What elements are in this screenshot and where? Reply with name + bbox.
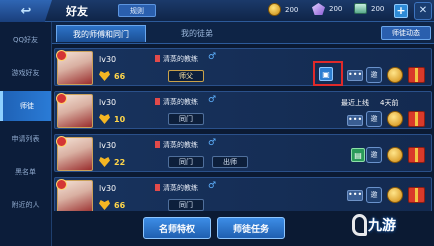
more-button[interactable]: ••• — [347, 115, 363, 126]
rank-icon — [155, 184, 160, 191]
voucher-amount: 200 — [371, 4, 385, 13]
gift-icon[interactable] — [408, 187, 425, 203]
top-bar: ↩ 好友 规则 200 200 200 + ✕ — [0, 0, 434, 22]
mentorship-tasks-button[interactable]: 师徒任务 — [217, 217, 285, 239]
gold-coin-icon — [268, 3, 281, 16]
male-gender-icon: ♂ — [208, 95, 217, 105]
voucher-icon — [354, 3, 367, 14]
gem-amount: 200 — [329, 5, 343, 13]
level-label: lv30 — [99, 98, 117, 107]
coin-counter: 200 — [268, 3, 298, 16]
sidebar-item-requests[interactable]: 申请列表 — [0, 124, 51, 154]
voucher-counter: 200 — [354, 3, 384, 14]
avatar[interactable] — [56, 50, 93, 85]
rules-button[interactable]: 规则 — [118, 4, 156, 17]
send-coin-icon[interactable] — [387, 147, 403, 163]
tab-my-apprentices[interactable]: 我的徒弟 — [162, 25, 232, 42]
intimacy: 10 — [99, 114, 125, 124]
chat-button[interactable]: ▤ — [351, 148, 365, 162]
highlight-box — [313, 61, 343, 86]
player-name: 清蒸的教练 — [163, 141, 198, 149]
intimacy-heart-icon — [99, 200, 110, 210]
intimacy-value: 66 — [114, 200, 126, 210]
intimacy-heart-icon — [99, 71, 110, 81]
heart-badge-icon — [56, 136, 67, 147]
invite-button[interactable]: 邀 — [366, 67, 382, 83]
intimacy-heart-icon — [99, 157, 110, 167]
male-gender-icon: ♂ — [208, 138, 217, 148]
diamond-icon — [312, 3, 325, 15]
more-button[interactable]: ••• — [347, 190, 363, 201]
send-coin-icon[interactable] — [387, 111, 403, 127]
role-tag-master: 师父 — [168, 70, 204, 82]
gift-icon[interactable] — [408, 111, 425, 127]
coin-amount: 200 — [285, 5, 299, 14]
intimacy: 66 — [99, 200, 125, 210]
tab-my-master[interactable]: 我的师傅和同门 — [56, 25, 146, 42]
male-gender-icon: ♂ — [208, 52, 217, 62]
list-item[interactable]: lv30 10 清蒸的教练 ♂ 同门 最近上线 4天前 ••• 邀 — [54, 91, 432, 129]
gift-icon[interactable] — [408, 67, 425, 83]
role-tag-fellow: 同门 — [168, 199, 204, 211]
level-label: lv30 — [99, 184, 117, 193]
rank-icon — [155, 141, 160, 148]
avatar[interactable] — [56, 179, 93, 211]
send-coin-icon[interactable] — [387, 187, 403, 203]
list-item[interactable]: lv30 22 清蒸的教练 ♂ 同门 出师 ▤ 邀 — [54, 134, 432, 172]
player-name: 清蒸的教练 — [163, 98, 198, 106]
invite-button[interactable]: 邀 — [366, 187, 382, 203]
intimacy: 22 — [99, 157, 125, 167]
mentorship-list: lv30 66 清蒸的教练 ♂ 师父 ▣ ••• 邀 lv30 10 清蒸的教练… — [52, 44, 434, 211]
intimacy: 66 — [99, 71, 125, 81]
rank-icon — [155, 55, 160, 62]
last-online-label: 最近上线 — [341, 99, 369, 107]
back-button[interactable]: ↩ — [0, 0, 52, 22]
avatar[interactable] — [56, 136, 93, 171]
level-label: lv30 — [99, 55, 117, 64]
tab-row: 我的师傅和同门 我的徒弟 师徒动态 — [52, 22, 434, 44]
last-online-days: 4天前 — [380, 99, 399, 107]
sidebar-item-mentorship[interactable]: 师徒 — [0, 91, 51, 121]
role-tag-fellow: 同门 — [168, 156, 204, 168]
close-button[interactable]: ✕ — [414, 2, 432, 20]
watermark: 九游 — [368, 218, 396, 234]
intimacy-heart-icon — [99, 114, 110, 124]
recharge-plus-button[interactable]: + — [394, 4, 408, 18]
list-item[interactable]: lv30 66 清蒸的教练 ♂ 同门 ••• 邀 — [54, 177, 432, 211]
intimacy-value: 22 — [114, 157, 126, 167]
intimacy-value: 66 — [114, 71, 126, 81]
master-privileges-button[interactable]: 名师特权 — [143, 217, 211, 239]
sidebar-item-blacklist[interactable]: 黑名单 — [0, 157, 51, 187]
avatar[interactable] — [56, 93, 93, 128]
heart-badge-icon — [56, 93, 67, 104]
rank-icon — [155, 98, 160, 105]
heart-badge-icon — [56, 50, 67, 61]
sidebar-item-nearby[interactable]: 附近的人 — [0, 190, 51, 220]
male-gender-icon: ♂ — [208, 181, 217, 191]
intimacy-value: 10 — [114, 114, 126, 124]
page-title: 好友 — [66, 5, 88, 18]
sidebar-item-game-friends[interactable]: 游戏好友 — [0, 58, 51, 88]
role-tag-fellow: 同门 — [168, 113, 204, 125]
sidebar: QQ好友 游戏好友 师徒 申请列表 黑名单 附近的人 — [0, 22, 52, 246]
player-name: 清蒸的教练 — [163, 55, 198, 63]
player-name: 清蒸的教练 — [163, 184, 198, 192]
watermark-logo-icon — [352, 214, 367, 236]
level-label: lv30 — [99, 141, 117, 150]
more-button[interactable]: ••• — [347, 70, 363, 81]
invite-button[interactable]: 邀 — [366, 147, 382, 163]
send-coin-icon[interactable] — [387, 67, 403, 83]
role-tag-graduated: 出师 — [212, 156, 248, 168]
gem-counter: 200 — [312, 3, 342, 15]
heart-badge-icon — [56, 179, 67, 190]
gift-icon[interactable] — [408, 147, 425, 163]
mentorship-updates-button[interactable]: 师徒动态 — [381, 26, 431, 40]
invite-button[interactable]: 邀 — [366, 111, 382, 127]
sidebar-item-qq-friends[interactable]: QQ好友 — [0, 25, 51, 55]
list-item[interactable]: lv30 66 清蒸的教练 ♂ 师父 ▣ ••• 邀 — [54, 48, 432, 86]
